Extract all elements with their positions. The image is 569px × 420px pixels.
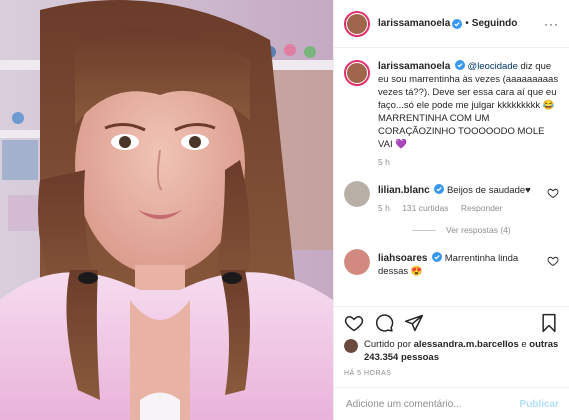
- comment-text: liahsoares Marrentinha linda dessas 😍: [378, 252, 547, 278]
- comment-avatar[interactable]: [344, 181, 370, 207]
- author-avatar[interactable]: [344, 10, 370, 37]
- post-image: [0, 0, 333, 420]
- view-replies-label: Ver respostas (4): [446, 225, 511, 235]
- liked-by-connector: e: [518, 339, 530, 350]
- comment-time[interactable]: 5 h: [378, 203, 390, 213]
- header-separator: •: [465, 18, 469, 29]
- comments-list: larissamanoela @leocidade diz que eu sou…: [334, 48, 569, 306]
- caption-username[interactable]: larissamanoela: [378, 61, 450, 72]
- comment-item: lilian.blanc Beijos de saudade♥ 5 h 131 …: [344, 181, 559, 213]
- liked-by-prefix: Curtido por: [364, 339, 414, 350]
- comment-item: liahsoares Marrentinha linda dessas 😍: [344, 249, 559, 278]
- reply-button[interactable]: Responder: [461, 203, 503, 213]
- comment-meta: 5 h 131 curtidas Responder: [378, 203, 547, 213]
- liked-by-user[interactable]: alessandra.m.barcellos: [414, 339, 519, 350]
- caption: larissamanoela @leocidade diz que eu sou…: [344, 60, 559, 167]
- view-replies-button[interactable]: Ver respostas (4): [412, 225, 559, 235]
- caption-text: larissamanoela @leocidade diz que eu sou…: [378, 60, 559, 151]
- caption-body: diz que eu sou marrentinha às vezes (aaa…: [378, 61, 559, 150]
- comment-like-heart-icon[interactable]: [547, 187, 559, 199]
- post-photo[interactable]: [0, 0, 333, 420]
- post-side-panel: larissamanoela • Seguindo ··· larissaman…: [333, 0, 569, 420]
- liked-by: Curtido por alessandra.m.barcellos e out…: [344, 338, 559, 364]
- share-send-icon[interactable]: [404, 313, 424, 333]
- comment-like-heart-icon[interactable]: [547, 255, 559, 267]
- caption-meta: 5 h: [378, 157, 559, 167]
- post-timestamp[interactable]: HÁ 5 HORAS: [344, 370, 391, 377]
- action-bar: [334, 306, 569, 338]
- comment-username[interactable]: lilian.blanc: [378, 185, 430, 196]
- liked-by-text: Curtido por alessandra.m.barcellos e out…: [364, 338, 559, 364]
- verified-badge-icon: [432, 252, 443, 262]
- comment-username[interactable]: liahsoares: [378, 253, 427, 264]
- comment-likes[interactable]: 131 curtidas: [402, 203, 448, 213]
- comment-body: Beijos de saudade♥: [446, 185, 531, 196]
- comment-text: lilian.blanc Beijos de saudade♥: [378, 184, 547, 197]
- like-heart-icon[interactable]: [344, 313, 364, 333]
- caption-mention[interactable]: @leocidade: [468, 61, 518, 72]
- publish-button[interactable]: Publicar: [520, 399, 559, 410]
- author-username[interactable]: larissamanoela: [378, 18, 450, 29]
- verified-badge-icon: [454, 60, 465, 70]
- comment-avatar[interactable]: [344, 249, 370, 275]
- comment-bubble-icon[interactable]: [374, 313, 394, 333]
- verified-badge-icon: [434, 184, 445, 194]
- save-bookmark-icon[interactable]: [539, 313, 559, 333]
- add-comment-input[interactable]: [344, 397, 520, 411]
- caption-time[interactable]: 5 h: [378, 157, 390, 167]
- post-header: larissamanoela • Seguindo ···: [334, 0, 569, 48]
- add-comment-bar: Publicar: [334, 387, 569, 420]
- caption-avatar[interactable]: [344, 60, 370, 86]
- more-horizontal-icon[interactable]: ···: [544, 17, 559, 31]
- post-modal: larissamanoela • Seguindo ··· larissaman…: [0, 0, 569, 420]
- following-button[interactable]: Seguindo: [472, 18, 518, 29]
- liked-by-avatar[interactable]: [344, 339, 358, 353]
- replies-divider: [412, 229, 436, 231]
- verified-badge-icon: [452, 18, 463, 29]
